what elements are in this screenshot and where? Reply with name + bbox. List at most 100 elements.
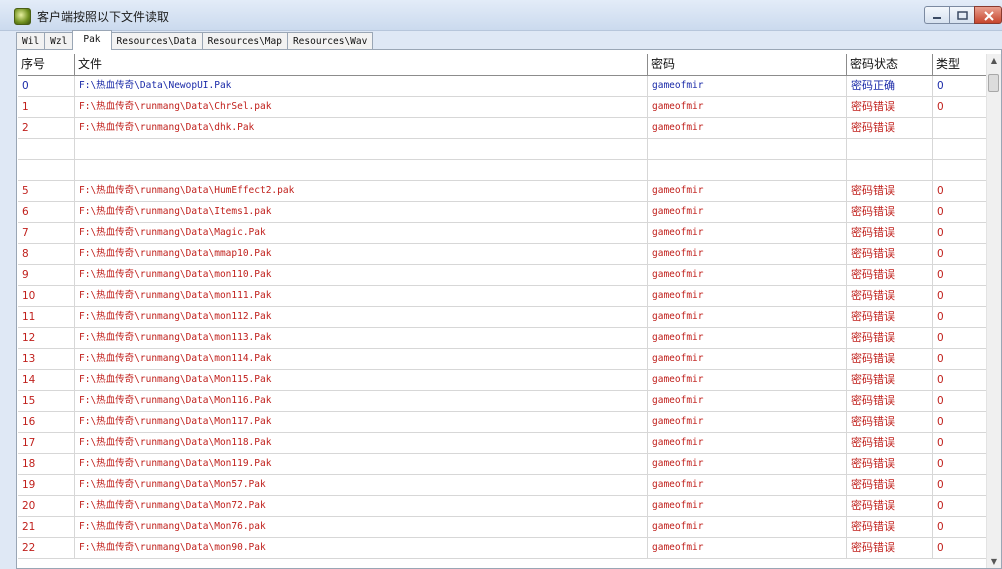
row-index: 5 [18, 181, 75, 201]
table-row[interactable]: 12 F:\热血传奇\runmang\Data\mon113.Pak gameofm… [18, 328, 988, 349]
table-row[interactable]: 0 F:\热血传奇\Data\NewopUI.Pak gameofmir 密码正确 0 [18, 76, 988, 97]
tab-resources-data[interactable]: Resources\Data [111, 32, 203, 49]
row-index: 15 [18, 391, 75, 411]
table-row[interactable] [18, 160, 988, 181]
tab-resources-map[interactable]: Resources\Map [202, 32, 288, 49]
row-password-status [847, 139, 933, 159]
file-table: 序号 文件 密码 密码状态 类型 0 F:\热血传奇\Data\NewopUI.P… [18, 54, 988, 559]
row-file-path: F:\热血传奇\runmang\Data\Mon72.Pak [75, 496, 648, 516]
close-button[interactable] [974, 6, 1002, 24]
minimize-icon [933, 17, 941, 19]
row-password: gameofmir [648, 475, 847, 495]
row-type: 0 [933, 433, 988, 453]
tab-resources-wav[interactable]: Resources\Wav [287, 32, 374, 49]
maximize-button[interactable] [949, 6, 974, 24]
row-type: 0 [933, 307, 988, 327]
row-type: 0 [933, 496, 988, 516]
row-type [933, 118, 988, 138]
row-file-path: F:\热血传奇\runmang\Data\Magic.Pak [75, 223, 648, 243]
table-row[interactable]: 21 F:\热血传奇\runmang\Data\Mon76.pak gameofmi… [18, 517, 988, 538]
vertical-scrollbar[interactable]: ▲ ▼ [986, 54, 1001, 568]
table-row[interactable]: 18 F:\热血传奇\runmang\Data\Mon119.Pak gameofm… [18, 454, 988, 475]
row-password-status: 密码错误 [847, 265, 933, 285]
row-file-path: F:\热血传奇\runmang\Data\Mon115.Pak [75, 370, 648, 390]
row-password-status: 密码正确 [847, 76, 933, 96]
row-type: 0 [933, 517, 988, 537]
row-file-path: F:\热血传奇\runmang\Data\Mon76.pak [75, 517, 648, 537]
row-index: 18 [18, 454, 75, 474]
row-password-status: 密码错误 [847, 223, 933, 243]
tab-pak[interactable]: Pak [72, 30, 112, 50]
row-password: gameofmir [648, 391, 847, 411]
table-row[interactable]: 17 F:\热血传奇\runmang\Data\Mon118.Pak gameofm… [18, 433, 988, 454]
column-header-index[interactable]: 序号 [18, 54, 75, 75]
row-password: gameofmir [648, 223, 847, 243]
row-index: 12 [18, 328, 75, 348]
table-row[interactable]: 2 F:\热血传奇\runmang\Data\dhk.Pak gameofmir 密码… [18, 118, 988, 139]
table-row[interactable]: 1 F:\热血传奇\runmang\Data\ChrSel.pak gameofmi… [18, 97, 988, 118]
row-password: gameofmir [648, 97, 847, 117]
tab-wil[interactable]: Wil [16, 32, 46, 49]
row-type: 0 [933, 244, 988, 264]
table-row[interactable]: 7 F:\热血传奇\runmang\Data\Magic.Pak gameofmir… [18, 223, 988, 244]
row-password-status: 密码错误 [847, 496, 933, 516]
row-index [18, 160, 75, 180]
row-password-status: 密码错误 [847, 391, 933, 411]
row-type: 0 [933, 223, 988, 243]
row-file-path: F:\热血传奇\runmang\Data\mon114.Pak [75, 349, 648, 369]
row-file-path: F:\热血传奇\runmang\Data\Mon118.Pak [75, 433, 648, 453]
table-row[interactable]: 5 F:\热血传奇\runmang\Data\HumEffect2.pak game… [18, 181, 988, 202]
row-password-status: 密码错误 [847, 244, 933, 264]
scroll-thumb[interactable] [988, 74, 999, 92]
row-password-status: 密码错误 [847, 202, 933, 222]
row-password: gameofmir [648, 76, 847, 96]
row-password-status: 密码错误 [847, 307, 933, 327]
column-header-type[interactable]: 类型 [933, 54, 988, 75]
row-index: 19 [18, 475, 75, 495]
row-index: 8 [18, 244, 75, 264]
table-header: 序号 文件 密码 密码状态 类型 [18, 54, 988, 76]
row-type: 0 [933, 76, 988, 96]
column-header-status[interactable]: 密码状态 [847, 54, 933, 75]
scroll-up-icon[interactable]: ▲ [987, 54, 1001, 68]
table-row[interactable]: 16 F:\热血传奇\runmang\Data\Mon117.Pak gameofm… [18, 412, 988, 433]
row-index: 20 [18, 496, 75, 516]
row-password [648, 160, 847, 180]
row-file-path: F:\热血传奇\runmang\Data\mmap10.Pak [75, 244, 648, 264]
table-row[interactable]: 10 F:\热血传奇\runmang\Data\mon111.Pak gameofm… [18, 286, 988, 307]
row-file-path: F:\热血传奇\runmang\Data\mon112.Pak [75, 307, 648, 327]
table-row[interactable]: 20 F:\热血传奇\runmang\Data\Mon72.Pak gameofmi… [18, 496, 988, 517]
minimize-button[interactable] [924, 6, 949, 24]
row-type [933, 160, 988, 180]
row-password: gameofmir [648, 118, 847, 138]
table-row[interactable]: 6 F:\热血传奇\runmang\Data\Items1.pak gameofmi… [18, 202, 988, 223]
table-row[interactable]: 11 F:\热血传奇\runmang\Data\mon112.Pak gameofm… [18, 307, 988, 328]
row-file-path: F:\热血传奇\runmang\Data\Mon119.Pak [75, 454, 648, 474]
row-index: 13 [18, 349, 75, 369]
column-header-file[interactable]: 文件 [75, 54, 648, 75]
row-file-path: F:\热血传奇\runmang\Data\Mon117.Pak [75, 412, 648, 432]
title-bar: 客户端按照以下文件读取 [0, 0, 1002, 31]
file-list-panel: 序号 文件 密码 密码状态 类型 0 F:\热血传奇\Data\NewopUI.P… [16, 49, 1002, 569]
maximize-icon [957, 11, 968, 20]
table-row[interactable]: 15 F:\热血传奇\runmang\Data\Mon116.Pak gameofm… [18, 391, 988, 412]
row-index: 22 [18, 538, 75, 558]
table-row[interactable]: 9 F:\热血传奇\runmang\Data\mon110.Pak gameofmi… [18, 265, 988, 286]
table-row[interactable]: 14 F:\热血传奇\runmang\Data\Mon115.Pak gameofm… [18, 370, 988, 391]
row-file-path: F:\热血传奇\runmang\Data\mon110.Pak [75, 265, 648, 285]
row-file-path [75, 139, 648, 159]
app-icon [14, 8, 31, 25]
scroll-down-icon[interactable]: ▼ [987, 555, 1001, 568]
row-password [648, 139, 847, 159]
table-row[interactable]: 8 F:\热血传奇\runmang\Data\mmap10.Pak gameofmi… [18, 244, 988, 265]
tab-wzl[interactable]: Wzl [45, 32, 74, 49]
table-row[interactable] [18, 139, 988, 160]
table-row[interactable]: 13 F:\热血传奇\runmang\Data\mon114.Pak gameofm… [18, 349, 988, 370]
row-password-status [847, 160, 933, 180]
table-row[interactable]: 22 F:\热血传奇\runmang\Data\mon90.Pak gameofmi… [18, 538, 988, 559]
row-type: 0 [933, 391, 988, 411]
table-row[interactable]: 19 F:\热血传奇\runmang\Data\Mon57.Pak gameofmi… [18, 475, 988, 496]
column-header-password[interactable]: 密码 [648, 54, 847, 75]
window-controls [924, 6, 1002, 24]
row-index: 9 [18, 265, 75, 285]
